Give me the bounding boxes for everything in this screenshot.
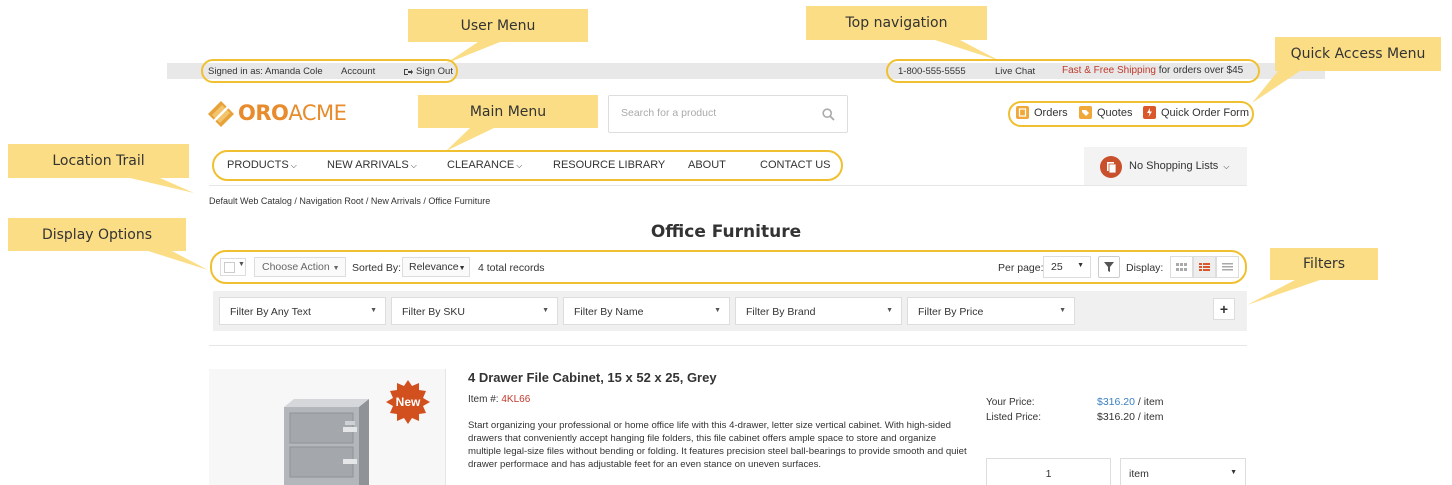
callout-display-options: Display Options bbox=[8, 218, 186, 251]
callout-quick-access-menu: Quick Access Menu bbox=[1275, 37, 1441, 71]
main-menu-highlight bbox=[212, 150, 843, 181]
callout-top-navigation: Top navigation bbox=[806, 6, 987, 40]
display-options-highlight bbox=[210, 250, 1247, 284]
callout-filters: Filters bbox=[1270, 248, 1378, 280]
quick-access-highlight bbox=[1008, 101, 1254, 127]
callout-main-menu: Main Menu bbox=[418, 95, 598, 128]
user-menu-highlight bbox=[201, 59, 458, 83]
callout-user-menu: User Menu bbox=[408, 9, 588, 42]
top-navigation-highlight bbox=[886, 59, 1260, 83]
callout-location-trail: Location Trail bbox=[8, 144, 189, 178]
